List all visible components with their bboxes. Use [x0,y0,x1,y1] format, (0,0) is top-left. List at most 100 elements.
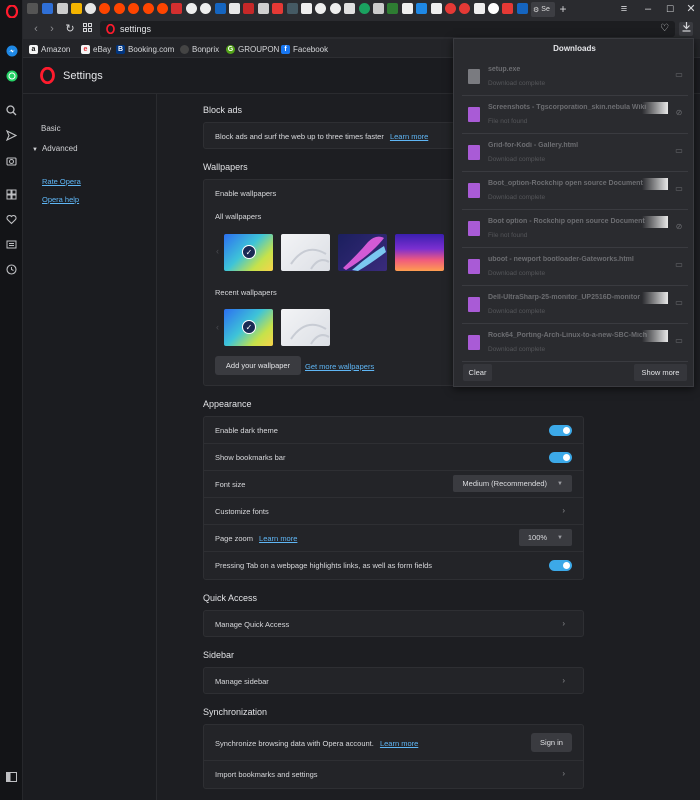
sidebar-toggle-icon[interactable] [4,769,19,784]
back-icon[interactable]: ‹ [29,22,43,36]
tab-icon[interactable] [27,3,38,14]
page-zoom-learn-more[interactable]: Learn more [259,534,297,543]
minimize-button[interactable]: – [641,2,655,16]
page-zoom-select[interactable]: 100% ▼ [518,529,572,546]
rate-opera-link[interactable]: Rate Opera [42,177,81,186]
tab-icon[interactable] [315,3,326,14]
tab-icon[interactable] [502,3,513,14]
opera-help-link[interactable]: Opera help [42,195,79,204]
tab-icon[interactable] [431,3,442,14]
folder-icon[interactable]: ▭ [674,336,684,346]
show-more-button[interactable]: Show more [634,364,687,381]
bookmarks-heart-icon[interactable] [4,212,19,227]
messenger-icon[interactable] [4,43,19,58]
folder-icon[interactable]: ▭ [674,298,684,308]
dark-theme-toggle[interactable] [549,425,572,436]
nav-basic[interactable]: Basic [41,124,61,133]
recent-wallpaper-thumb[interactable]: ✓ [224,309,273,346]
bookmark-bonprix[interactable]: Bonprix [180,43,219,55]
bookmark-ebay[interactable]: e eBay [81,43,111,55]
tab-icon[interactable] [200,3,211,14]
tab-icon[interactable] [42,3,53,14]
tab-icon[interactable] [243,3,254,14]
tab-icon[interactable] [71,3,82,14]
retry-icon[interactable]: ⊘ [674,222,684,232]
search-icon[interactable] [4,103,19,118]
customize-fonts-row[interactable]: Customize fonts › [204,498,583,525]
nav-advanced[interactable]: ▼ Advanced [32,144,78,153]
tab-icon[interactable] [474,3,485,14]
tab-icon[interactable] [373,3,384,14]
tab-icon[interactable] [171,3,182,14]
tab-icon[interactable] [445,3,456,14]
tab-icon[interactable] [517,3,528,14]
tab-icon[interactable] [272,3,283,14]
tab-icon[interactable] [330,3,341,14]
wallpaper-thumb[interactable]: ✓ [224,234,273,271]
folder-icon[interactable]: ▭ [674,184,684,194]
tab-menu-icon[interactable]: ≡ [617,2,631,16]
close-window-button[interactable]: ✕ [684,2,698,16]
sync-learn-more[interactable]: Learn more [380,739,418,748]
download-item[interactable]: Rock64_Porting-Arch-Linux-to-a-new-SBC-M… [462,324,688,362]
bookmark-groupon[interactable]: G GROUPON [226,43,279,55]
block-ads-learn-more[interactable]: Learn more [390,132,428,141]
tab-highlight-toggle[interactable] [549,560,572,571]
tab-icon[interactable] [128,3,139,14]
carousel-prev-icon[interactable]: ‹ [216,322,219,332]
forward-icon[interactable]: › [45,22,59,36]
tab-icon[interactable] [143,3,154,14]
whatsapp-icon[interactable] [4,68,19,83]
history-icon[interactable] [4,262,19,277]
download-item[interactable]: Grid-for-Kodi - Gallery.html Download co… [462,134,688,172]
tab-icon[interactable] [459,3,470,14]
tiles-icon[interactable] [80,22,94,36]
tab-icon[interactable] [99,3,110,14]
heart-icon[interactable]: ♡ [660,23,669,34]
tab-icon[interactable] [157,3,168,14]
retry-icon[interactable]: ⊘ [674,108,684,118]
download-icon[interactable] [679,22,693,36]
address-bar[interactable]: settings ♡ [100,21,675,37]
speed-dial-icon[interactable] [4,187,19,202]
tab-icon[interactable] [402,3,413,14]
download-item[interactable]: setup.exe Download complete ▭ [462,58,688,96]
bookmarks-bar-toggle[interactable] [549,452,572,463]
wallpaper-thumb[interactable] [395,234,444,271]
carousel-prev-icon[interactable]: ‹ [216,246,219,256]
tab-icon[interactable] [258,3,269,14]
download-item[interactable]: uboot - newport bootloader-Gateworks.htm… [462,248,688,286]
maximize-button[interactable]: ☐ [663,2,677,16]
sign-in-button[interactable]: Sign in [531,733,572,752]
download-item[interactable]: Screenshots - Tgscorporation_skin.nebula… [462,96,688,134]
get-more-wallpapers-link[interactable]: Get more wallpapers [305,362,374,371]
camera-icon[interactable] [4,153,19,168]
clear-downloads-button[interactable]: Clear [463,364,492,381]
tab-icon[interactable] [186,3,197,14]
folder-icon[interactable]: ▭ [674,146,684,156]
tab-icon[interactable] [416,3,427,14]
tab-icon[interactable] [488,3,499,14]
tab-icon[interactable] [114,3,125,14]
send-icon[interactable] [4,128,19,143]
tab-icon[interactable] [387,3,398,14]
news-icon[interactable] [4,237,19,252]
wallpaper-thumb[interactable] [338,234,387,271]
opera-menu-icon[interactable] [4,4,19,19]
tab-icon[interactable] [229,3,240,14]
tab-icon[interactable] [215,3,226,14]
tab-icon[interactable] [359,3,370,14]
manage-sidebar-row[interactable]: Manage sidebar › [204,668,583,695]
manage-quick-access-row[interactable]: Manage Quick Access › [204,611,583,638]
tab-icon[interactable] [57,3,68,14]
font-size-select[interactable]: Medium (Recommended) ▼ [453,475,572,492]
folder-icon[interactable]: ▭ [674,70,684,80]
recent-wallpaper-thumb[interactable] [281,309,330,346]
download-item[interactable]: Dell-UltraSharp-25-monitor_UP2516D-monit… [462,286,688,324]
import-row[interactable]: Import bookmarks and settings › [204,761,583,788]
tab-icon[interactable] [287,3,298,14]
add-wallpaper-button[interactable]: Add your wallpaper [215,356,301,375]
wallpaper-thumb[interactable] [281,234,330,271]
bookmark-facebook[interactable]: f Facebook [281,43,328,55]
address-text[interactable]: settings [120,24,151,34]
